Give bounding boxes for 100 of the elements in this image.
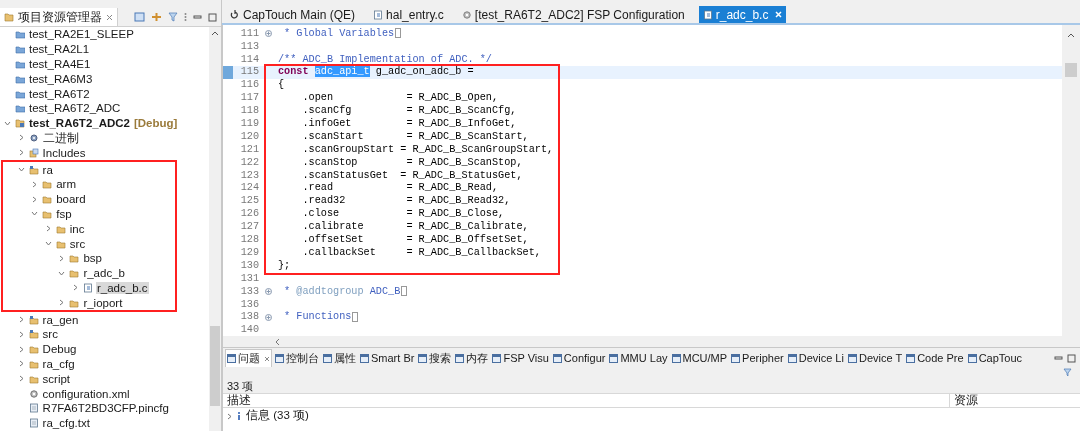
- tree-item[interactable]: board: [55, 193, 87, 206]
- scroll-up-icon[interactable]: [211, 31, 219, 36]
- column-header[interactable]: 资源: [950, 394, 1080, 407]
- folded-block-icon[interactable]: [352, 312, 359, 323]
- scroll-up-icon[interactable]: [1067, 33, 1075, 38]
- c-file-icon: [373, 9, 384, 20]
- tree-item[interactable]: configuration.xml: [41, 387, 131, 400]
- open-folder-icon: [55, 238, 66, 249]
- filter-icon[interactable]: [168, 12, 178, 22]
- window-icon: [418, 353, 428, 363]
- gear-icon: [28, 132, 39, 143]
- code-line: .scanCfg = R_ADC_B_ScanCfg,: [301, 104, 517, 118]
- view-tab[interactable]: Smart Br: [359, 349, 416, 367]
- tree-item[interactable]: src: [68, 237, 87, 250]
- line-number: 123: [239, 168, 259, 183]
- line-number: 114: [239, 52, 259, 67]
- file-icon: [28, 403, 39, 414]
- stacked-folders-icon: [28, 147, 39, 158]
- close-icon[interactable]: [264, 355, 270, 362]
- problem-group[interactable]: 信息 (33 项): [246, 407, 309, 425]
- scrollbar-thumb[interactable]: [1065, 63, 1077, 77]
- view-tab[interactable]: Device T: [846, 349, 904, 367]
- tree-item[interactable]: fsp: [55, 207, 73, 220]
- tree-item[interactable]: inc: [68, 222, 86, 235]
- view-tab[interactable]: MMU Lay: [608, 349, 669, 367]
- folded-block-icon[interactable]: [401, 286, 408, 297]
- view-tab[interactable]: CapTouc: [966, 349, 1024, 367]
- tree-item[interactable]: test_RA6T2_ADC: [28, 102, 122, 115]
- open-folder-icon: [69, 253, 80, 264]
- view-tab[interactable]: 内存: [454, 349, 490, 367]
- line-number: 138: [239, 310, 259, 325]
- open-folder-icon: [55, 223, 66, 234]
- menu-icon[interactable]: [184, 12, 187, 22]
- view-tab[interactable]: Code Pre: [905, 349, 965, 367]
- line-number: 130: [239, 258, 259, 273]
- tree-item[interactable]: Includes: [41, 146, 87, 159]
- editor-tab[interactable]: r_adc_b.c: [698, 6, 787, 23]
- folder-icon: [15, 44, 25, 55]
- tree-item[interactable]: Debug: [41, 343, 78, 356]
- tree-item[interactable]: r_ioport: [82, 296, 124, 309]
- tree-item[interactable]: r_adc_b: [82, 267, 126, 280]
- horizontal-scrollbar[interactable]: [223, 336, 1062, 347]
- open-folder-icon: [28, 314, 39, 325]
- folder-icon: [15, 88, 25, 99]
- tree-item[interactable]: test_RA2E1_SLEEP: [28, 28, 135, 41]
- tree-item[interactable]: ra: [41, 163, 54, 176]
- view-tab[interactable]: Configur: [551, 349, 607, 367]
- scrollbar[interactable]: [1062, 25, 1080, 347]
- editor-tab[interactable]: hal_entry.c: [369, 6, 448, 23]
- editor-tab[interactable]: CapTouch Main (QE): [226, 6, 360, 23]
- expand-fold-icon[interactable]: [265, 287, 272, 295]
- open-folder-icon: [42, 208, 53, 219]
- expand-fold-icon[interactable]: [265, 29, 272, 37]
- tree-item[interactable]: ra_cfg.txt: [41, 417, 91, 430]
- window-icon: [360, 353, 369, 363]
- view-tab[interactable]: 问题: [225, 349, 272, 367]
- window-icon: [227, 354, 236, 363]
- expand-fold-icon[interactable]: [265, 313, 272, 321]
- tree-item[interactable]: R7FA6T2BD3CFP.pincfg: [41, 402, 170, 415]
- tree-item[interactable]: ra_gen: [41, 313, 80, 326]
- file-icon: [28, 418, 39, 429]
- scrollbar[interactable]: [209, 27, 221, 431]
- view-tab[interactable]: FSP Visu: [491, 349, 550, 367]
- tree-item[interactable]: test_RA4E1: [28, 58, 92, 70]
- code-line: .scanStop = R_ADC_B_ScanStop,: [301, 155, 523, 170]
- tree-item[interactable]: test_RA6T2: [28, 87, 91, 100]
- folder-icon: [15, 73, 25, 84]
- tree-item[interactable]: ra_cfg: [41, 357, 76, 370]
- window-icon: [323, 353, 332, 363]
- minimize-icon[interactable]: [193, 12, 202, 22]
- tree-item[interactable]: arm: [55, 178, 77, 191]
- folded-block-icon[interactable]: [395, 28, 402, 39]
- view-tab[interactable]: Peripher: [730, 349, 785, 367]
- column-header[interactable]: 描述: [223, 394, 950, 407]
- view-tab[interactable]: Device Li: [786, 349, 845, 367]
- view-tab[interactable]: 属性: [322, 349, 357, 367]
- maximize-icon[interactable]: [208, 12, 217, 22]
- code-line: * Functions: [283, 310, 352, 325]
- open-folder-icon: [28, 344, 39, 355]
- view-tab[interactable]: MCU/MP: [670, 349, 729, 367]
- close-icon[interactable]: [106, 13, 113, 21]
- line-number: 116: [239, 78, 259, 93]
- line-number: 129: [239, 245, 259, 260]
- scrollbar-thumb[interactable]: [210, 326, 220, 406]
- tree-item[interactable]: r_adc_b.c: [96, 281, 149, 294]
- code-line: .read = R_ADC_B_Read,: [301, 181, 499, 195]
- tree-item[interactable]: bsp: [82, 252, 103, 265]
- view-tab[interactable]: 搜索: [417, 349, 453, 367]
- scroll-left-icon[interactable]: [275, 337, 280, 346]
- tree-item[interactable]: script: [41, 372, 72, 385]
- view-tab[interactable]: 控制台: [274, 349, 320, 367]
- tree-item[interactable]: src: [41, 328, 59, 341]
- editor-tab[interactable]: [test_RA6T2_ADC2] FSP Configuration: [457, 6, 689, 23]
- tree-item[interactable]: test_RA6M3: [28, 72, 94, 85]
- collapse-all-icon[interactable]: [134, 12, 145, 22]
- tree-item[interactable]: 二进制: [41, 131, 80, 144]
- code-line: .callbackSet = R_ADC_B_CallbackSet,: [301, 245, 541, 260]
- window-icon: [967, 353, 977, 363]
- tree-item[interactable]: test_RA2L1: [28, 43, 91, 56]
- tree-item[interactable]: test_RA6T2_ADC2: [28, 117, 131, 130]
